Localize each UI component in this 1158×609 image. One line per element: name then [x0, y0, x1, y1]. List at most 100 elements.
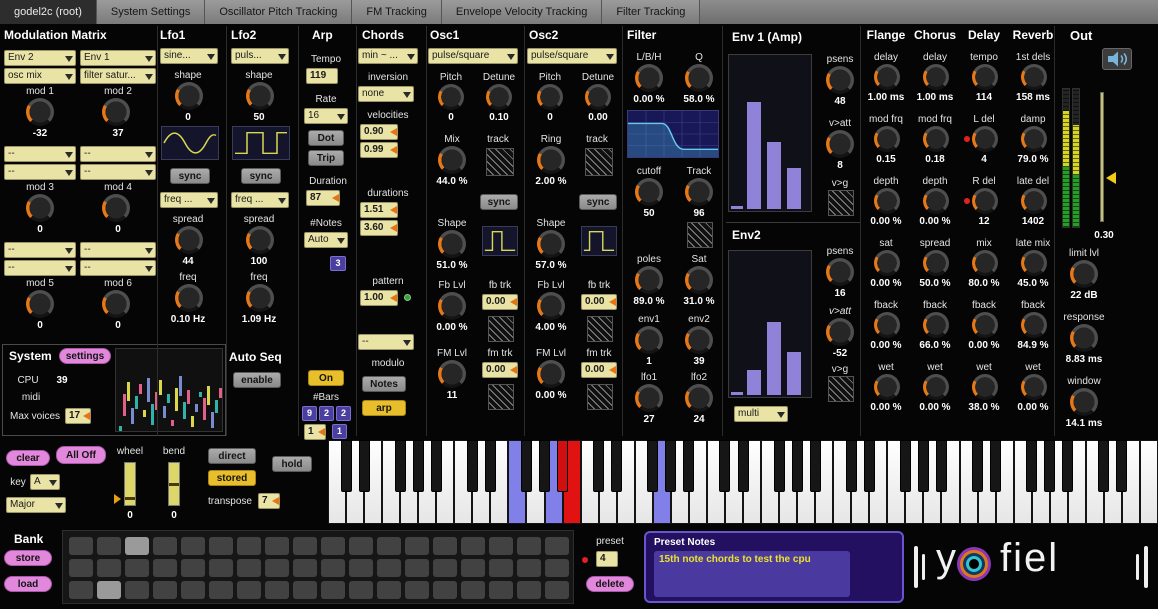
bank-cell-2-2[interactable] [125, 581, 149, 599]
fx-delay-l-del-knob[interactable] [972, 126, 998, 152]
osc-fm-knob[interactable] [537, 360, 565, 388]
fx-delay-tempo-knob[interactable] [972, 64, 998, 90]
piano-black-key-15[interactable] [611, 440, 622, 492]
mod-source-select[interactable]: -- [80, 164, 156, 180]
piano-black-key-38[interactable] [1026, 440, 1037, 492]
response-knob[interactable] [1070, 324, 1098, 352]
mod-source-select[interactable]: osc mix [4, 68, 76, 84]
bank-cell-0-1[interactable] [97, 537, 121, 555]
fx-chorus-delay-knob[interactable] [923, 64, 949, 90]
piano-black-key-32[interactable] [918, 440, 929, 492]
env2-mode-select[interactable]: multi [734, 406, 788, 422]
lfo-sync-button[interactable]: sync [241, 168, 281, 184]
bank-cell-2-12[interactable] [405, 581, 429, 599]
piano-black-key-22[interactable] [738, 440, 749, 492]
filter-env1-knob[interactable] [635, 326, 663, 354]
bank-cell-0-5[interactable] [209, 537, 233, 555]
osc-fm-knob[interactable] [438, 360, 466, 388]
arp-seq-value-1[interactable]: 9 [302, 406, 317, 421]
bank-cell-1-0[interactable] [69, 559, 93, 577]
lfo-shape-knob[interactable] [175, 82, 203, 110]
piano-black-key-21[interactable] [719, 440, 730, 492]
env2-display[interactable] [728, 250, 812, 398]
lfo-freq-knob[interactable] [246, 284, 274, 312]
modulo-select[interactable]: -- [358, 334, 414, 350]
arp-notes-count[interactable]: 3 [330, 256, 346, 271]
fx-delay-fback-knob[interactable] [972, 312, 998, 338]
filter-lfo2-knob[interactable] [685, 384, 713, 412]
piano-black-key-33[interactable] [936, 440, 947, 492]
arp-dot-button[interactable]: Dot [308, 130, 344, 146]
osc-fbtrk-pad[interactable] [488, 316, 514, 342]
env1-display[interactable] [728, 54, 812, 212]
bank-cell-0-14[interactable] [461, 537, 485, 555]
fx-chorus-fback-knob[interactable] [923, 312, 949, 338]
bank-cell-2-4[interactable] [181, 581, 205, 599]
piano-black-key-4[interactable] [413, 440, 424, 492]
bank-cell-1-14[interactable] [461, 559, 485, 577]
piano-black-key-1[interactable] [359, 440, 370, 492]
piano-black-key-31[interactable] [900, 440, 911, 492]
fx-delay-wet-knob[interactable] [972, 374, 998, 400]
lfo-sync-button[interactable]: sync [170, 168, 210, 184]
bank-cell-0-7[interactable] [265, 537, 289, 555]
mod-knob-mod-2[interactable] [102, 98, 130, 126]
arp-seq-value-2[interactable]: 2 [319, 406, 334, 421]
bank-cell-1-5[interactable] [209, 559, 233, 577]
piano-black-key-19[interactable] [683, 440, 694, 492]
piano-black-key-8[interactable] [485, 440, 496, 492]
arp-rate-select[interactable]: 16 [304, 108, 348, 124]
piano-black-key-36[interactable] [990, 440, 1001, 492]
inversion-select[interactable]: none [358, 86, 414, 102]
piano-black-key-26[interactable] [810, 440, 821, 492]
lfo-shape-knob[interactable] [246, 82, 274, 110]
velocity-value-1[interactable]: 0.90 [360, 124, 398, 140]
bank-cell-2-3[interactable] [153, 581, 177, 599]
arp-notes-select[interactable]: Auto [304, 232, 348, 248]
filter-sat-knob[interactable] [685, 266, 713, 294]
bank-cell-2-9[interactable] [321, 581, 345, 599]
piano-black-key-29[interactable] [864, 440, 875, 492]
filter-q-knob[interactable] [685, 64, 713, 92]
fx-chorus-mod-frq-knob[interactable] [923, 126, 949, 152]
filter-cutoff-knob[interactable] [635, 178, 663, 206]
bank-cell-1-2[interactable] [125, 559, 149, 577]
fx-flange-mod-frq-knob[interactable] [874, 126, 900, 152]
osc-track-pad[interactable] [585, 148, 613, 176]
piano-black-key-40[interactable] [1062, 440, 1073, 492]
fx-flange-wet-knob[interactable] [874, 374, 900, 400]
mod-dest-select[interactable]: Env 2 [4, 50, 76, 66]
notes-button[interactable]: Notes [362, 376, 406, 392]
bank-cell-0-3[interactable] [153, 537, 177, 555]
lfo-freq-mode-select[interactable]: freq ... [231, 192, 289, 208]
bank-cell-1-10[interactable] [349, 559, 373, 577]
mod-dest-select[interactable]: Env 1 [80, 50, 156, 66]
autoseq-enable-button[interactable]: enable [233, 372, 281, 388]
mod-source-select[interactable]: -- [4, 260, 76, 276]
piano-black-key-18[interactable] [665, 440, 676, 492]
bank-cell-1-13[interactable] [433, 559, 457, 577]
lfo-freq-mode-select[interactable]: freq ... [160, 192, 218, 208]
fx-flange-sat-knob[interactable] [874, 250, 900, 276]
arp-tempo-value[interactable]: 119 [306, 68, 338, 84]
arp-duration-value[interactable]: 87 [306, 190, 340, 206]
mod-knob-mod-5[interactable] [26, 290, 54, 318]
fx-delay-r-del-knob[interactable] [972, 188, 998, 214]
piano-black-key-14[interactable] [593, 440, 604, 492]
osc-wave-select[interactable]: pulse/square [527, 48, 617, 64]
duration-value-2[interactable]: 3.60 [360, 220, 398, 236]
fx-reverb-damp-knob[interactable] [1021, 126, 1047, 152]
env2-psens-knob[interactable] [826, 258, 854, 286]
key-select[interactable]: A [30, 474, 60, 490]
piano-black-key-11[interactable] [539, 440, 550, 492]
bank-cell-2-13[interactable] [433, 581, 457, 599]
bank-cell-0-16[interactable] [517, 537, 541, 555]
mod-dest-select[interactable]: -- [80, 242, 156, 258]
mod-dest-select[interactable]: -- [4, 146, 76, 162]
tab-godel2c-root-[interactable]: godel2c (root) [0, 0, 97, 24]
bank-cell-0-8[interactable] [293, 537, 317, 555]
fx-reverb-late-del-knob[interactable] [1021, 188, 1047, 214]
mod-source-select[interactable]: -- [80, 260, 156, 276]
osc-shape-knob[interactable] [438, 230, 466, 258]
bank-cell-2-14[interactable] [461, 581, 485, 599]
